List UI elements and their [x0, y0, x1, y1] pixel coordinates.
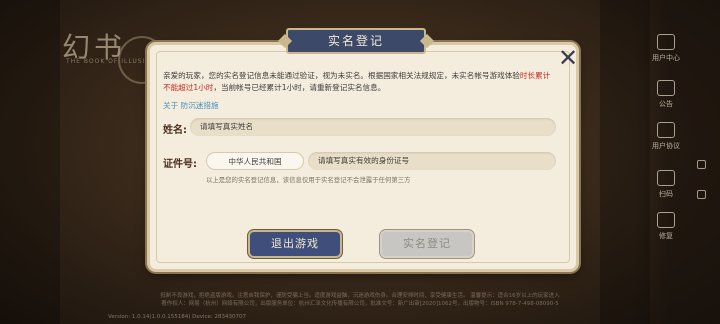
wrench-icon — [657, 212, 675, 228]
side-square-icon[interactable] — [697, 160, 706, 169]
name-label: 姓名: — [163, 125, 187, 136]
menu-item-notice[interactable]: 公告 — [646, 80, 686, 109]
menu-item-label: 用户中心 — [652, 54, 680, 62]
dialog-title: 实名登记 — [286, 28, 426, 54]
footer-line: 著作权人：网易（杭州）网络有限公司，出版服务单位：杭州汇泽文化传播有限公司，批准… — [161, 301, 559, 307]
name-input[interactable]: 请填写真实姓名 — [190, 118, 556, 136]
close-icon[interactable]: ✕ — [555, 45, 581, 71]
anti-addiction-link[interactable]: 关于 防沉迷措施 — [163, 100, 219, 111]
submit-registration-button[interactable]: 实名登记 — [382, 232, 472, 256]
verification-notice: 亲爱的玩家，您的实名登记信息未能通过验证，视为未实名。根据国家相关法规规定，未实… — [163, 70, 555, 94]
notice-text: 亲爱的玩家，您的实名登记信息未能通过验证，视为未实名。根据国家相关法规规定，未实… — [163, 71, 520, 80]
document-icon — [657, 122, 675, 138]
scan-icon — [657, 170, 675, 186]
side-square-icon[interactable] — [697, 190, 706, 199]
menu-item-label: 修复 — [659, 232, 673, 240]
game-logo-subtitle: THE BOOK OF ILLUSION — [66, 58, 157, 65]
country-select[interactable]: 中华人民共和国 — [206, 152, 304, 170]
menu-item-label: 公告 — [659, 100, 673, 108]
privacy-hint: 以上是您的实名登记信息，该信息仅用于实名登记不会泄露于任何第三方 — [206, 176, 411, 184]
footer-notice: 抵制不良游戏，拒绝盗版游戏。注意自我保护，谨防受骗上当。适度游戏益脑，沉迷游戏伤… — [80, 292, 640, 308]
notice-icon — [657, 80, 675, 96]
id-label: 证件号: — [163, 159, 197, 170]
id-number-input[interactable]: 请填写真实有效的身份证号 — [308, 152, 556, 170]
menu-item-scan[interactable]: 扫码 — [646, 170, 686, 199]
menu-item-user-center[interactable]: 用户中心 — [646, 34, 686, 63]
user-icon — [657, 34, 675, 50]
menu-item-label: 用户协议 — [652, 142, 680, 150]
background-shadow-left — [0, 0, 60, 324]
version-info: Version: 1.0.14(1.0.0.155184) Device: 28… — [108, 314, 247, 320]
menu-item-repair[interactable]: 修复 — [646, 212, 686, 241]
menu-item-label: 扫码 — [659, 190, 673, 198]
notice-text: ，当前帐号已经累计1小时，请重新登记实名信息。 — [213, 83, 386, 92]
footer-line: 抵制不良游戏，拒绝盗版游戏。注意自我保护，谨防受骗上当。适度游戏益脑，沉迷游戏伤… — [160, 293, 560, 299]
menu-item-user-agreement[interactable]: 用户协议 — [646, 122, 686, 151]
exit-game-button[interactable]: 退出游戏 — [250, 232, 340, 256]
